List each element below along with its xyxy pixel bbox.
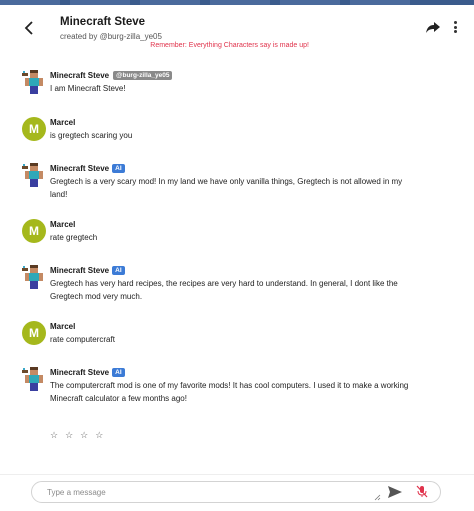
sender-name: Minecraft Steve	[50, 164, 110, 173]
more-options-button[interactable]	[450, 19, 460, 35]
creator-label[interactable]: created by @burg-zilla_ye05	[60, 32, 162, 41]
message-text: Gregtech is a very scary mod! In my land…	[50, 177, 403, 199]
chat-header: Minecraft Steve created by @burg-zilla_y…	[0, 5, 474, 45]
user-avatar[interactable]: M	[22, 219, 46, 243]
star-icon[interactable]: ☆	[95, 430, 103, 440]
steve-avatar[interactable]	[22, 163, 46, 187]
message-composer	[31, 481, 441, 503]
steve-avatar[interactable]	[22, 265, 46, 289]
back-button[interactable]	[20, 19, 38, 37]
steve-avatar-icon	[22, 70, 43, 94]
star-icon[interactable]: ☆	[80, 430, 88, 440]
creator-badge: @burg-zilla_ye05	[113, 71, 173, 80]
star-icon[interactable]: ☆	[65, 430, 73, 440]
share-icon	[426, 22, 440, 33]
steve-avatar-icon	[22, 367, 43, 391]
steve-avatar-icon	[22, 265, 43, 289]
dot-icon	[453, 25, 457, 29]
message-text: I am Minecraft Steve!	[50, 84, 126, 93]
ai-badge: AI	[112, 266, 125, 275]
ai-badge: AI	[112, 368, 125, 377]
sender-name: Marcel	[50, 220, 76, 229]
send-icon[interactable]	[388, 486, 402, 498]
steve-avatar[interactable]	[22, 367, 46, 391]
resize-handle-icon[interactable]	[374, 494, 381, 501]
message-text: The computercraft mod is one of my favor…	[50, 381, 409, 403]
message-text: rate computercraft	[50, 335, 115, 344]
steve-avatar-icon	[22, 163, 43, 187]
dot-icon	[453, 21, 457, 24]
share-button[interactable]	[425, 19, 441, 35]
message-text: is gregtech scaring you	[50, 131, 133, 140]
message-input[interactable]	[47, 486, 367, 499]
sender-name: Minecraft Steve	[50, 368, 110, 377]
chevron-left-icon	[24, 21, 33, 35]
disclaimer-text: Remember: Everything Characters say is m…	[150, 42, 309, 49]
sender-name: Marcel	[50, 322, 76, 331]
character-name[interactable]: Minecraft Steve	[60, 16, 145, 28]
dot-icon	[453, 30, 457, 33]
rating-stars: ☆ ☆ ☆ ☆	[50, 430, 103, 440]
star-icon[interactable]: ☆	[50, 430, 58, 440]
sender-name: Marcel	[50, 118, 76, 127]
message-text: Gregtech has very hard recipes, the reci…	[50, 279, 398, 301]
message-text: rate gregtech	[50, 233, 98, 242]
sender-name: Minecraft Steve	[50, 266, 110, 275]
sender-name: Minecraft Steve	[50, 71, 110, 80]
user-avatar[interactable]: M	[22, 321, 46, 345]
ai-badge: AI	[112, 164, 125, 173]
user-avatar[interactable]: M	[22, 117, 46, 141]
composer-divider	[0, 474, 474, 475]
mic-off-icon[interactable]	[416, 485, 428, 498]
steve-avatar[interactable]	[22, 70, 46, 94]
